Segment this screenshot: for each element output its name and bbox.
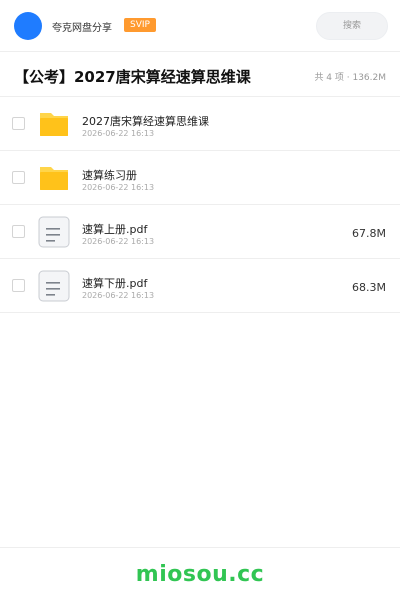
avatar[interactable]	[14, 12, 42, 40]
share-title-row: 【公考】2027唐宋算经速算思维课 共 4 项 · 136.2M	[0, 52, 400, 97]
list-item[interactable]: 2027唐宋算经速算思维课 2026-06-22 16:13	[0, 97, 400, 151]
file-name: 2027唐宋算经速算思维课	[82, 115, 209, 128]
app-name: 夸克网盘分享	[52, 23, 112, 34]
file-size: 68.3M	[352, 281, 386, 294]
file-name: 速算下册.pdf	[82, 277, 148, 290]
list-item[interactable]: 速算上册.pdf 2026-06-22 16:13 67.8M	[0, 205, 400, 259]
list-item[interactable]: 速算练习册 2026-06-22 16:13	[0, 151, 400, 205]
file-name: 速算上册.pdf	[82, 223, 148, 236]
search-input[interactable]: 搜索	[316, 12, 388, 40]
folder-icon	[40, 113, 68, 136]
item-checkbox[interactable]	[12, 225, 25, 238]
file-date: 2026-06-22 16:13	[82, 291, 155, 300]
folder-icon	[40, 167, 68, 190]
file-size: 67.8M	[352, 227, 386, 240]
file-date: 2026-06-22 16:13	[82, 129, 155, 138]
list-item[interactable]: 速算下册.pdf 2026-06-22 16:13 68.3M	[0, 259, 400, 313]
file-date: 2026-06-22 16:13	[82, 183, 155, 192]
watermark: miosou.cc	[135, 562, 265, 587]
file-list: 2027唐宋算经速算思维课 2026-06-22 16:13 速算练习册 202…	[0, 97, 400, 313]
share-page: 夸克网盘分享 SVIP 搜索 【公考】2027唐宋算经速算思维课 共 4 项 ·…	[0, 0, 400, 600]
file-date: 2026-06-22 16:13	[82, 237, 155, 246]
header: 夸克网盘分享 SVIP 搜索	[0, 0, 400, 52]
footer: miosou.cc	[0, 547, 400, 600]
share-meta: 共 4 项 · 136.2M	[314, 73, 386, 83]
file-name: 速算练习册	[82, 169, 137, 182]
document-icon	[38, 216, 70, 248]
share-title: 【公考】2027唐宋算经速算思维课	[14, 68, 251, 86]
item-checkbox[interactable]	[12, 171, 25, 184]
document-icon	[38, 270, 70, 302]
item-checkbox[interactable]	[12, 279, 25, 292]
svip-badge: SVIP	[124, 18, 156, 32]
item-checkbox[interactable]	[12, 117, 25, 130]
